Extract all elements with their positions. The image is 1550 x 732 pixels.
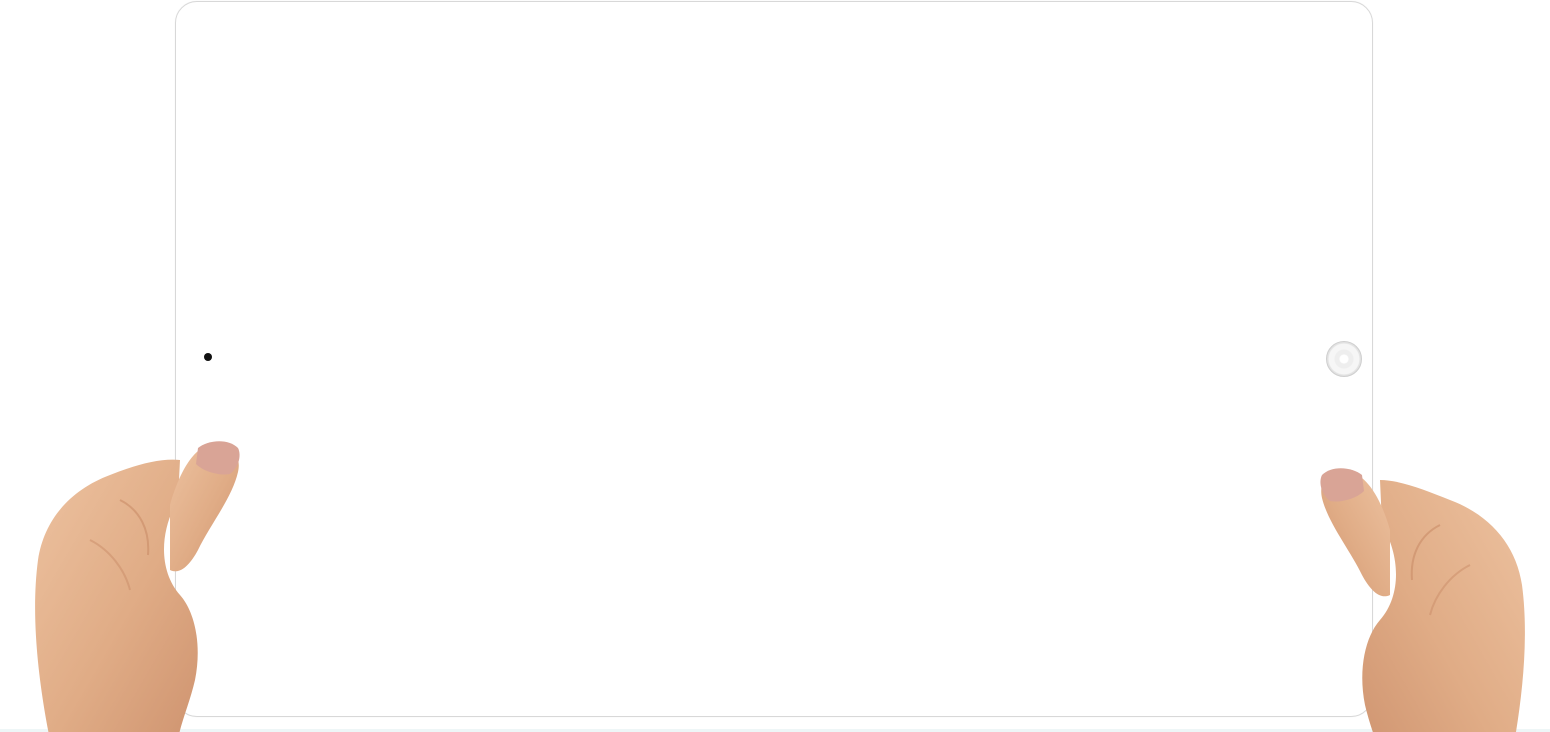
- home-button-icon[interactable]: [1326, 341, 1362, 377]
- left-hand: [35, 441, 240, 732]
- tablet-device: [175, 1, 1373, 717]
- tablet-screen: [231, 47, 1317, 671]
- right-hand: [1320, 468, 1525, 732]
- scene: [0, 0, 1550, 732]
- camera-dot-icon: [204, 353, 212, 361]
